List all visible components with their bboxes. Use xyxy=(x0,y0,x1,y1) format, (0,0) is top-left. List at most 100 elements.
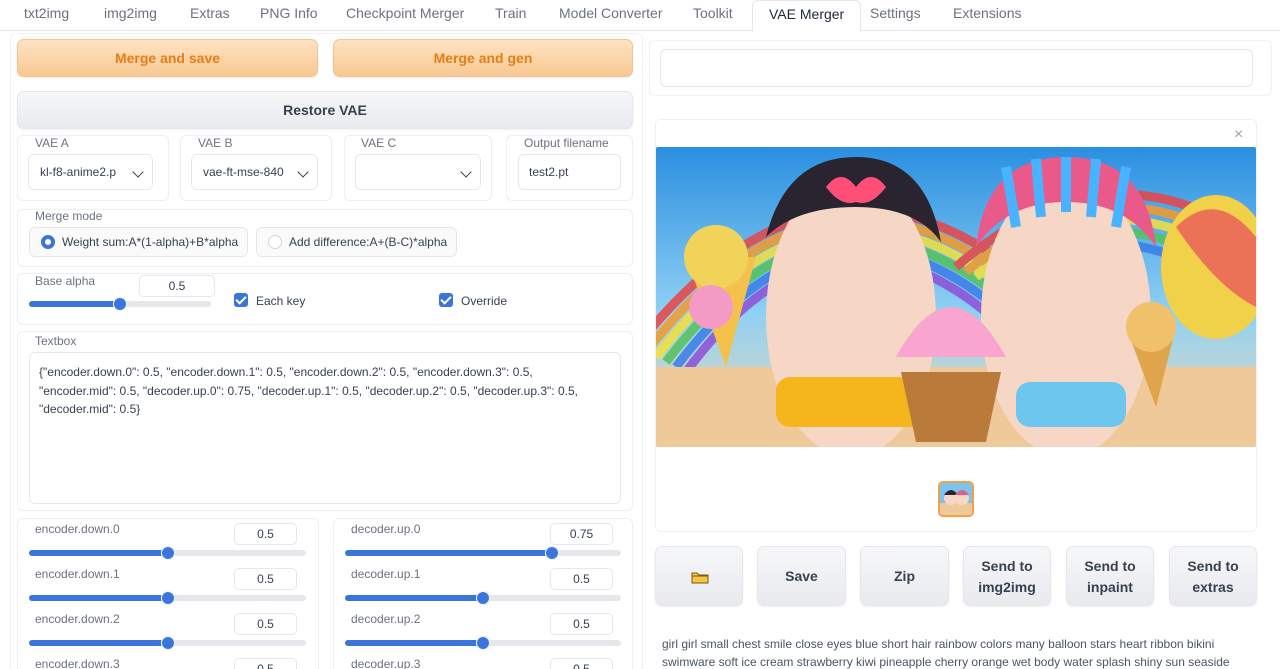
decoder-up-2-label: decoder.up.2 xyxy=(351,612,421,626)
vae-a-select[interactable]: kl-f8-anime2.p xyxy=(28,154,153,190)
encoder-down-3-number[interactable]: 0.5 xyxy=(234,658,297,669)
decoder-up-1-label: decoder.up.1 xyxy=(351,567,421,581)
generation-info-line: swimware soft ice cream strawberry kiwi … xyxy=(662,655,1230,669)
button-label-line: inpaint xyxy=(1087,579,1133,595)
textbox-label: Textbox xyxy=(35,334,77,348)
decoder-up-0-label: decoder.up.0 xyxy=(351,522,421,536)
tab-txt2img[interactable]: txt2img xyxy=(8,0,85,31)
base-alpha-number-input[interactable]: 0.5 xyxy=(139,275,215,297)
textbox-input[interactable]: {"encoder.down.0": 0.5, "encoder.down.1"… xyxy=(29,352,621,504)
slider-thumb[interactable] xyxy=(476,636,490,650)
status-output-field xyxy=(660,49,1253,87)
output-filename-label: Output filename xyxy=(524,136,609,150)
merge-mode-option-weight-sum[interactable]: Weight sum:A*(1-alpha)+B*alpha xyxy=(29,227,248,257)
output-filename-input[interactable]: test2.pt xyxy=(518,154,621,190)
slider-thumb[interactable] xyxy=(160,636,175,650)
tab-model-converter[interactable]: Model Converter xyxy=(543,0,679,31)
decoder-up-1-slider[interactable] xyxy=(345,591,621,605)
tab-settings[interactable]: Settings xyxy=(854,0,937,31)
chevron-down-icon xyxy=(132,166,144,178)
slider-thumb[interactable] xyxy=(160,546,175,560)
encoder-down-0-label: encoder.down.0 xyxy=(35,522,120,536)
override-label: Override xyxy=(461,294,508,308)
encoder-down-1-number[interactable]: 0.5 xyxy=(234,568,297,590)
encoder-down-2-slider[interactable] xyxy=(29,636,306,650)
decoder-up-2-number[interactable]: 0.5 xyxy=(550,613,613,635)
tab-png-info[interactable]: PNG Info xyxy=(244,0,334,31)
override-checkbox[interactable] xyxy=(439,293,453,307)
base-alpha-block xyxy=(17,273,633,325)
folder-icon xyxy=(691,571,709,584)
vae-c-select[interactable] xyxy=(355,154,481,190)
tab-toolkit[interactable]: Toolkit xyxy=(677,0,749,31)
tab-extras[interactable]: Extras xyxy=(174,0,246,31)
send-to-extras-button[interactable]: Send to extras xyxy=(1169,546,1257,606)
slider-fill xyxy=(29,301,120,307)
slider-thumb[interactable] xyxy=(113,297,127,311)
slider-fill xyxy=(29,550,168,556)
send-to-img2img-button[interactable]: Send to img2img xyxy=(963,546,1051,606)
slider-thumb[interactable] xyxy=(476,591,490,605)
encoder-down-3-label: encoder.down.3 xyxy=(35,657,120,669)
textbox-line: "decoder.mid": 0.5} xyxy=(39,402,141,416)
slider-fill xyxy=(29,640,168,646)
generation-info-line: girl girl small chest smile close eyes b… xyxy=(662,637,1215,651)
vae-a-value: kl-f8-anime2.p xyxy=(40,165,117,179)
send-to-inpaint-button[interactable]: Send to inpaint xyxy=(1066,546,1154,606)
merge-mode-option-label: Add difference:A+(B-C)*alpha xyxy=(289,235,448,249)
button-label-line: Send to xyxy=(1084,558,1136,574)
decoder-up-1-number[interactable]: 0.5 xyxy=(550,568,613,590)
slider-fill xyxy=(345,640,483,646)
decoder-up-2-slider[interactable] xyxy=(345,636,621,650)
encoder-down-0-slider[interactable] xyxy=(29,546,306,560)
tab-vae-merger[interactable]: VAE Merger xyxy=(752,0,862,32)
vae-c-label: VAE C xyxy=(361,136,397,150)
vae-b-label: VAE B xyxy=(198,136,233,150)
encoder-down-1-label: encoder.down.1 xyxy=(35,567,120,581)
textbox-line: "encoder.mid": 0.5, "decoder.up.0": 0.75… xyxy=(39,383,578,398)
slider-fill xyxy=(29,595,168,601)
merge-mode-option-label: Weight sum:A*(1-alpha)+B*alpha xyxy=(62,235,239,249)
decoder-up-0-number[interactable]: 0.75 xyxy=(550,523,613,545)
encoder-down-0-number[interactable]: 0.5 xyxy=(234,523,297,545)
tab-img2img[interactable]: img2img xyxy=(88,0,173,31)
decoder-up-3-number[interactable]: 0.5 xyxy=(550,658,613,669)
chevron-down-icon xyxy=(297,166,309,178)
vae-a-label: VAE A xyxy=(35,136,69,150)
each-key-label: Each key xyxy=(256,294,306,308)
chevron-down-icon xyxy=(460,166,472,178)
tab-train[interactable]: Train xyxy=(479,0,542,31)
base-alpha-label: Base alpha xyxy=(35,274,96,288)
slider-thumb[interactable] xyxy=(545,546,559,560)
merge-mode-option-add-difference[interactable]: Add difference:A+(B-C)*alpha xyxy=(256,227,457,257)
decoder-up-0-slider[interactable] xyxy=(345,546,621,560)
zip-button[interactable]: Zip xyxy=(860,546,949,606)
slider-fill xyxy=(345,550,552,556)
base-alpha-slider[interactable] xyxy=(29,297,211,311)
generation-info-text: girl girl small chest smile close eyes b… xyxy=(662,635,1230,669)
restore-vae-button[interactable]: Restore VAE xyxy=(17,91,633,129)
tab-checkpoint-merger[interactable]: Checkpoint Merger xyxy=(330,0,480,31)
textbox-line: {"encoder.down.0": 0.5, "encoder.down.1"… xyxy=(39,365,533,379)
slider-thumb[interactable] xyxy=(160,591,175,605)
encoder-down-2-number[interactable]: 0.5 xyxy=(234,613,297,635)
button-label-line: Send to xyxy=(981,558,1033,574)
tab-bar: txt2img img2img Extras PNG Info Checkpoi… xyxy=(0,0,1280,32)
merge-mode-label: Merge mode xyxy=(35,209,103,223)
encoder-down-1-slider[interactable] xyxy=(29,591,306,605)
vae-b-value: vae-ft-mse-840 xyxy=(203,165,284,179)
radio-selected-icon xyxy=(41,235,55,249)
gallery-thumbnail[interactable] xyxy=(938,481,974,517)
slider-fill xyxy=(345,595,483,601)
generated-image[interactable] xyxy=(656,147,1256,447)
close-icon[interactable]: × xyxy=(1234,126,1243,144)
each-key-checkbox[interactable] xyxy=(234,293,248,307)
merge-and-gen-button[interactable]: Merge and gen xyxy=(333,39,633,77)
tab-extensions[interactable]: Extensions xyxy=(937,0,1037,31)
vae-b-select[interactable]: vae-ft-mse-840 xyxy=(191,154,318,190)
merge-and-save-button[interactable]: Merge and save xyxy=(17,39,318,77)
save-button[interactable]: Save xyxy=(757,546,846,606)
encoder-down-2-label: encoder.down.2 xyxy=(35,612,120,626)
button-label-line: extras xyxy=(1192,579,1234,595)
open-folder-button[interactable] xyxy=(655,546,743,606)
